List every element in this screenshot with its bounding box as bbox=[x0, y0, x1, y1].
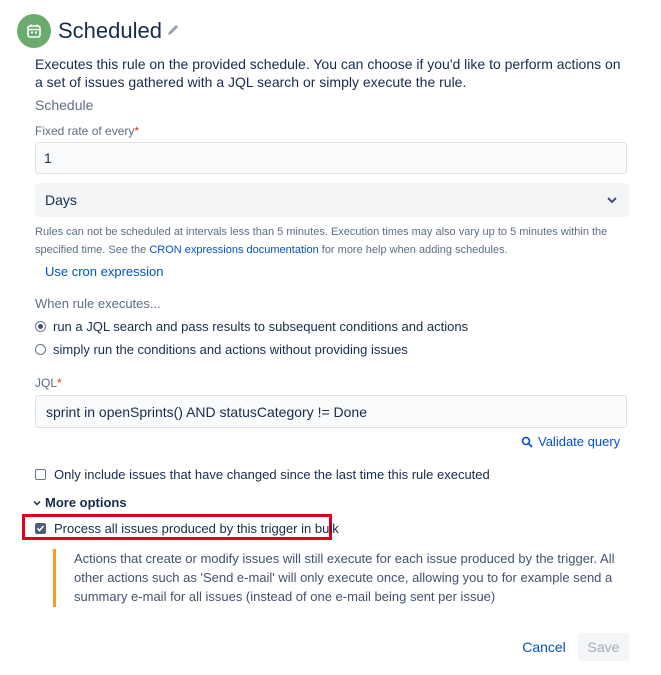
page-title: Scheduled bbox=[58, 18, 162, 43]
jql-label-text: JQL bbox=[35, 376, 58, 390]
bulk-info-text: Actions that create or modify issues wil… bbox=[53, 549, 646, 607]
bulk-option[interactable]: Process all issues produced by this trig… bbox=[35, 521, 339, 536]
required-marker: * bbox=[57, 376, 62, 390]
schedule-help-text: Rules can not be scheduled at intervals … bbox=[35, 223, 627, 259]
required-marker: * bbox=[134, 124, 140, 138]
jql-input-value: sprint in openSprints() AND statusCatego… bbox=[46, 403, 367, 420]
jql-label: JQL* bbox=[35, 376, 62, 390]
search-icon bbox=[521, 436, 533, 448]
rate-input-value: 1 bbox=[44, 150, 52, 166]
radio-jql-option[interactable]: run a JQL search and pass results to sub… bbox=[35, 319, 468, 334]
radio-jql-label: run a JQL search and pass results to sub… bbox=[53, 319, 469, 334]
cron-docs-link[interactable]: CRON expressions documentation bbox=[149, 244, 318, 256]
rate-label-text: Fixed rate of every bbox=[35, 124, 135, 138]
validate-query-label: Validate query bbox=[538, 434, 621, 449]
only-changed-label: Only include issues that have changed si… bbox=[54, 467, 490, 482]
radio-jql[interactable] bbox=[35, 321, 46, 332]
more-options-toggle[interactable]: More options bbox=[33, 495, 127, 510]
pencil-icon[interactable] bbox=[166, 23, 180, 42]
bulk-label: Process all issues produced by this trig… bbox=[54, 521, 339, 536]
calendar-icon bbox=[17, 14, 51, 48]
unit-select[interactable]: Days bbox=[35, 183, 629, 217]
radio-simple-option[interactable]: simply run the conditions and actions wi… bbox=[35, 342, 408, 357]
trigger-description: Executes this rule on the provided sched… bbox=[35, 56, 621, 90]
cancel-button[interactable]: Cancel bbox=[516, 633, 572, 661]
rate-label: Fixed rate of every* bbox=[35, 124, 139, 138]
more-options-label: More options bbox=[45, 495, 127, 510]
radio-simple[interactable] bbox=[35, 344, 46, 355]
schedule-section-label: Schedule bbox=[35, 97, 94, 113]
only-changed-option[interactable]: Only include issues that have changed si… bbox=[35, 467, 490, 482]
rate-input[interactable]: 1 bbox=[35, 142, 627, 174]
use-cron-link[interactable]: Use cron expression bbox=[45, 264, 164, 279]
chevron-down-icon bbox=[605, 193, 619, 210]
bulk-checkbox[interactable] bbox=[35, 523, 46, 534]
jql-input[interactable]: sprint in openSprints() AND statusCatego… bbox=[35, 395, 627, 428]
validate-query-button[interactable]: Validate query bbox=[521, 434, 620, 449]
help-text-after: for more help when adding schedules. bbox=[318, 244, 508, 256]
execution-label: When rule executes... bbox=[35, 296, 161, 311]
save-button[interactable]: Save bbox=[578, 633, 629, 661]
unit-select-value: Days bbox=[45, 192, 77, 208]
radio-simple-label: simply run the conditions and actions wi… bbox=[53, 342, 408, 357]
chevron-down-icon bbox=[33, 499, 41, 507]
only-changed-checkbox[interactable] bbox=[35, 469, 46, 480]
